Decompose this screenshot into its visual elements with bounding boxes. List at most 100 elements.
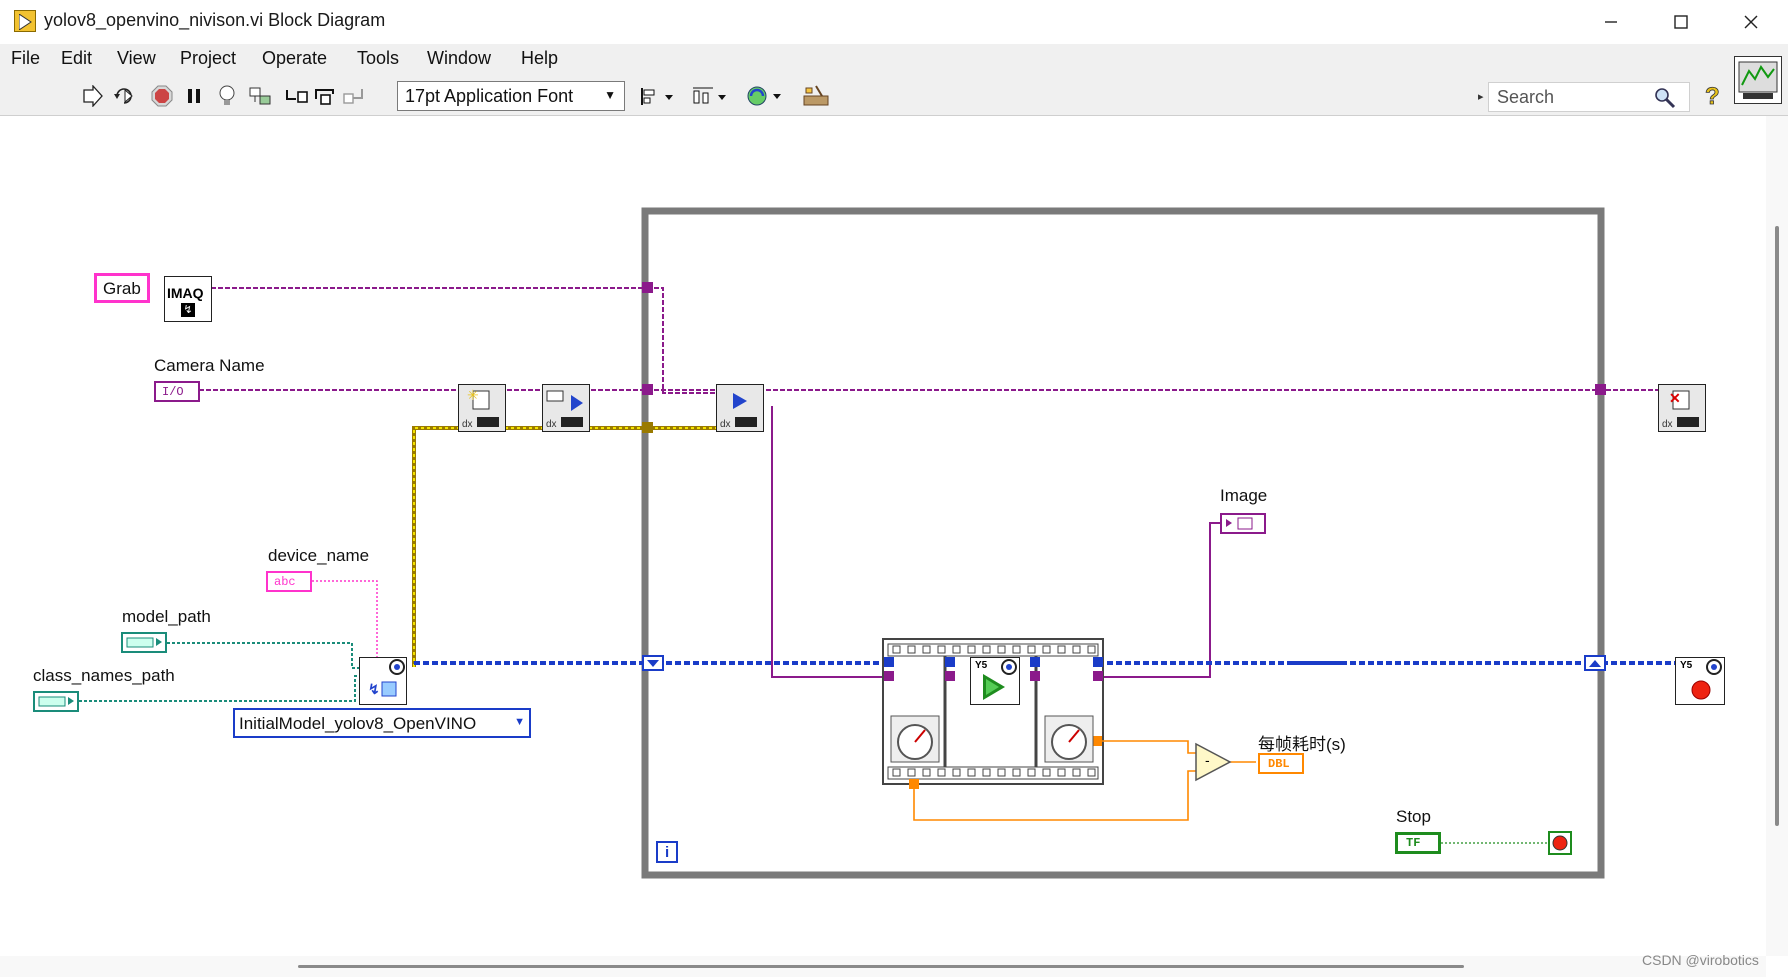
close-camera-node[interactable]: ✕ dx bbox=[1658, 384, 1706, 432]
maximize-icon bbox=[1674, 15, 1688, 29]
wires-layer bbox=[79, 207, 1678, 879]
loop-iteration-terminal[interactable]: i bbox=[656, 841, 678, 863]
search-input[interactable] bbox=[1497, 87, 1647, 107]
clean-up-diagram-button[interactable] bbox=[802, 83, 836, 109]
class-names-path-terminal[interactable] bbox=[33, 691, 79, 712]
retain-wire-values-icon bbox=[249, 87, 271, 105]
abc-badge: abc bbox=[274, 575, 296, 589]
search-icon[interactable] bbox=[1653, 86, 1677, 110]
step-over-icon bbox=[315, 89, 334, 105]
close-camera-icon: ✕ dx bbox=[1662, 390, 1699, 430]
imaq-label: IMAQ bbox=[167, 285, 204, 301]
menu-project[interactable]: Project bbox=[180, 48, 236, 69]
grab-image-node[interactable]: dx bbox=[716, 384, 764, 432]
menu-operate[interactable]: Operate bbox=[262, 48, 327, 69]
step-over-button[interactable] bbox=[313, 83, 339, 109]
initial-model-icon: ↯ bbox=[368, 659, 405, 697]
clean-up-diagram-icon bbox=[803, 85, 829, 106]
imaq-grab-setup-node[interactable]: IMAQ ↯ bbox=[164, 276, 212, 322]
reorder-icon bbox=[747, 86, 781, 106]
subtract-node bbox=[1195, 742, 1232, 782]
maximize-button[interactable] bbox=[1646, 0, 1716, 44]
vertical-scroll-thumb[interactable] bbox=[1775, 226, 1779, 826]
svg-text:✳: ✳ bbox=[467, 387, 479, 403]
tf-badge: TF bbox=[1406, 836, 1421, 850]
horizontal-scroll-thumb[interactable] bbox=[298, 965, 1464, 968]
menu-edit[interactable]: Edit bbox=[61, 48, 92, 69]
run-continuously-icon bbox=[114, 88, 133, 104]
pause-button[interactable] bbox=[181, 83, 207, 109]
image-wire bbox=[771, 406, 1220, 678]
step-into-button[interactable] bbox=[284, 83, 310, 109]
search-expand-icon[interactable]: ▸ bbox=[1478, 90, 1484, 103]
camera-name-terminal[interactable]: I/O bbox=[154, 381, 200, 402]
reorder-button[interactable] bbox=[746, 83, 784, 109]
horizontal-scrollbar[interactable] bbox=[0, 956, 1766, 977]
watermark: CSDN @virobotics bbox=[1642, 952, 1759, 968]
tick-count-icon-2 bbox=[1044, 715, 1094, 763]
class-names-path-label: class_names_path bbox=[33, 666, 175, 685]
align-objects-button[interactable] bbox=[640, 83, 676, 109]
run-arrow-icon bbox=[83, 85, 103, 107]
frame-time-indicator[interactable]: DBL bbox=[1258, 753, 1304, 774]
abort-button[interactable] bbox=[149, 83, 175, 109]
loop-condition-terminal bbox=[1548, 831, 1572, 855]
subtract-label: - bbox=[1205, 752, 1210, 768]
menu-file[interactable]: File bbox=[11, 48, 40, 69]
step-out-icon bbox=[343, 89, 363, 104]
configure-camera-icon: dx bbox=[546, 390, 583, 430]
minimize-button[interactable] bbox=[1576, 0, 1646, 44]
while-loop-border bbox=[641, 207, 1605, 879]
step-out-button[interactable] bbox=[342, 83, 368, 109]
open-camera-node[interactable]: ✳ dx bbox=[458, 384, 506, 432]
help-icon: ? bbox=[1705, 83, 1720, 109]
close-icon bbox=[1744, 15, 1758, 29]
menu-help[interactable]: Help bbox=[521, 48, 558, 69]
lightning-icon: ↯ bbox=[181, 303, 195, 317]
vi-connector-icon[interactable] bbox=[1734, 56, 1782, 104]
distribute-objects-icon bbox=[693, 87, 726, 104]
menu-tools[interactable]: Tools bbox=[357, 48, 399, 69]
close-button[interactable] bbox=[1716, 0, 1786, 44]
search-box bbox=[1488, 82, 1690, 112]
font-select-value: 17pt Application Font bbox=[405, 86, 574, 106]
step-into-icon bbox=[286, 90, 308, 103]
grab-terminal[interactable]: Grab bbox=[94, 273, 150, 303]
pause-icon bbox=[188, 89, 200, 103]
image-type-icon bbox=[1226, 517, 1253, 530]
svg-text:dx: dx bbox=[462, 419, 473, 430]
device-name-label: device_name bbox=[268, 546, 370, 565]
model-path-terminal[interactable] bbox=[121, 632, 167, 653]
release-model-node[interactable]: Y5 bbox=[1675, 657, 1725, 705]
configure-camera-node[interactable]: dx bbox=[542, 384, 590, 432]
distribute-objects-button[interactable] bbox=[691, 83, 729, 109]
vertical-scrollbar[interactable] bbox=[1766, 116, 1788, 956]
open-camera-icon: ✳ dx bbox=[462, 387, 499, 430]
block-diagram-canvas[interactable]: Grab IMAQ ↯ Camera Name I/O ✳ dx dx dx ✕ d… bbox=[0, 116, 1766, 956]
device-name-wire bbox=[312, 580, 378, 658]
font-select[interactable]: 17pt Application Font ▼ bbox=[397, 81, 625, 111]
grab-image-icon: dx bbox=[720, 393, 757, 430]
model-path-label: model_path bbox=[122, 607, 211, 626]
retain-wire-values-button[interactable] bbox=[248, 83, 274, 109]
svg-text:?: ? bbox=[1705, 83, 1720, 109]
highlight-execution-button[interactable] bbox=[214, 83, 240, 109]
menu-window[interactable]: Window bbox=[427, 48, 491, 69]
svg-text:✕: ✕ bbox=[1669, 390, 1681, 406]
run-button[interactable] bbox=[79, 83, 105, 109]
chevron-down-icon: ▼ bbox=[604, 88, 616, 102]
chevron-down-icon: ▼ bbox=[514, 716, 525, 728]
stop-terminal[interactable]: TF bbox=[1395, 832, 1441, 854]
labview-vi-icon bbox=[14, 10, 36, 32]
image-indicator-terminal[interactable] bbox=[1220, 513, 1266, 534]
polymorphic-vi-selector[interactable]: InitialModel_yolov8_OpenVINO ▼ bbox=[233, 708, 531, 738]
yolov8-inference-node[interactable]: Y5 bbox=[970, 657, 1020, 705]
initial-model-node[interactable]: ↯ bbox=[359, 657, 407, 705]
device-name-terminal[interactable]: abc bbox=[266, 571, 312, 592]
run-continuously-button[interactable] bbox=[112, 83, 138, 109]
menu-view[interactable]: View bbox=[117, 48, 156, 69]
help-button[interactable]: ? bbox=[1700, 83, 1726, 109]
svg-text:dx: dx bbox=[546, 419, 557, 430]
path-type-icon bbox=[126, 637, 162, 648]
svg-text:dx: dx bbox=[720, 419, 731, 430]
